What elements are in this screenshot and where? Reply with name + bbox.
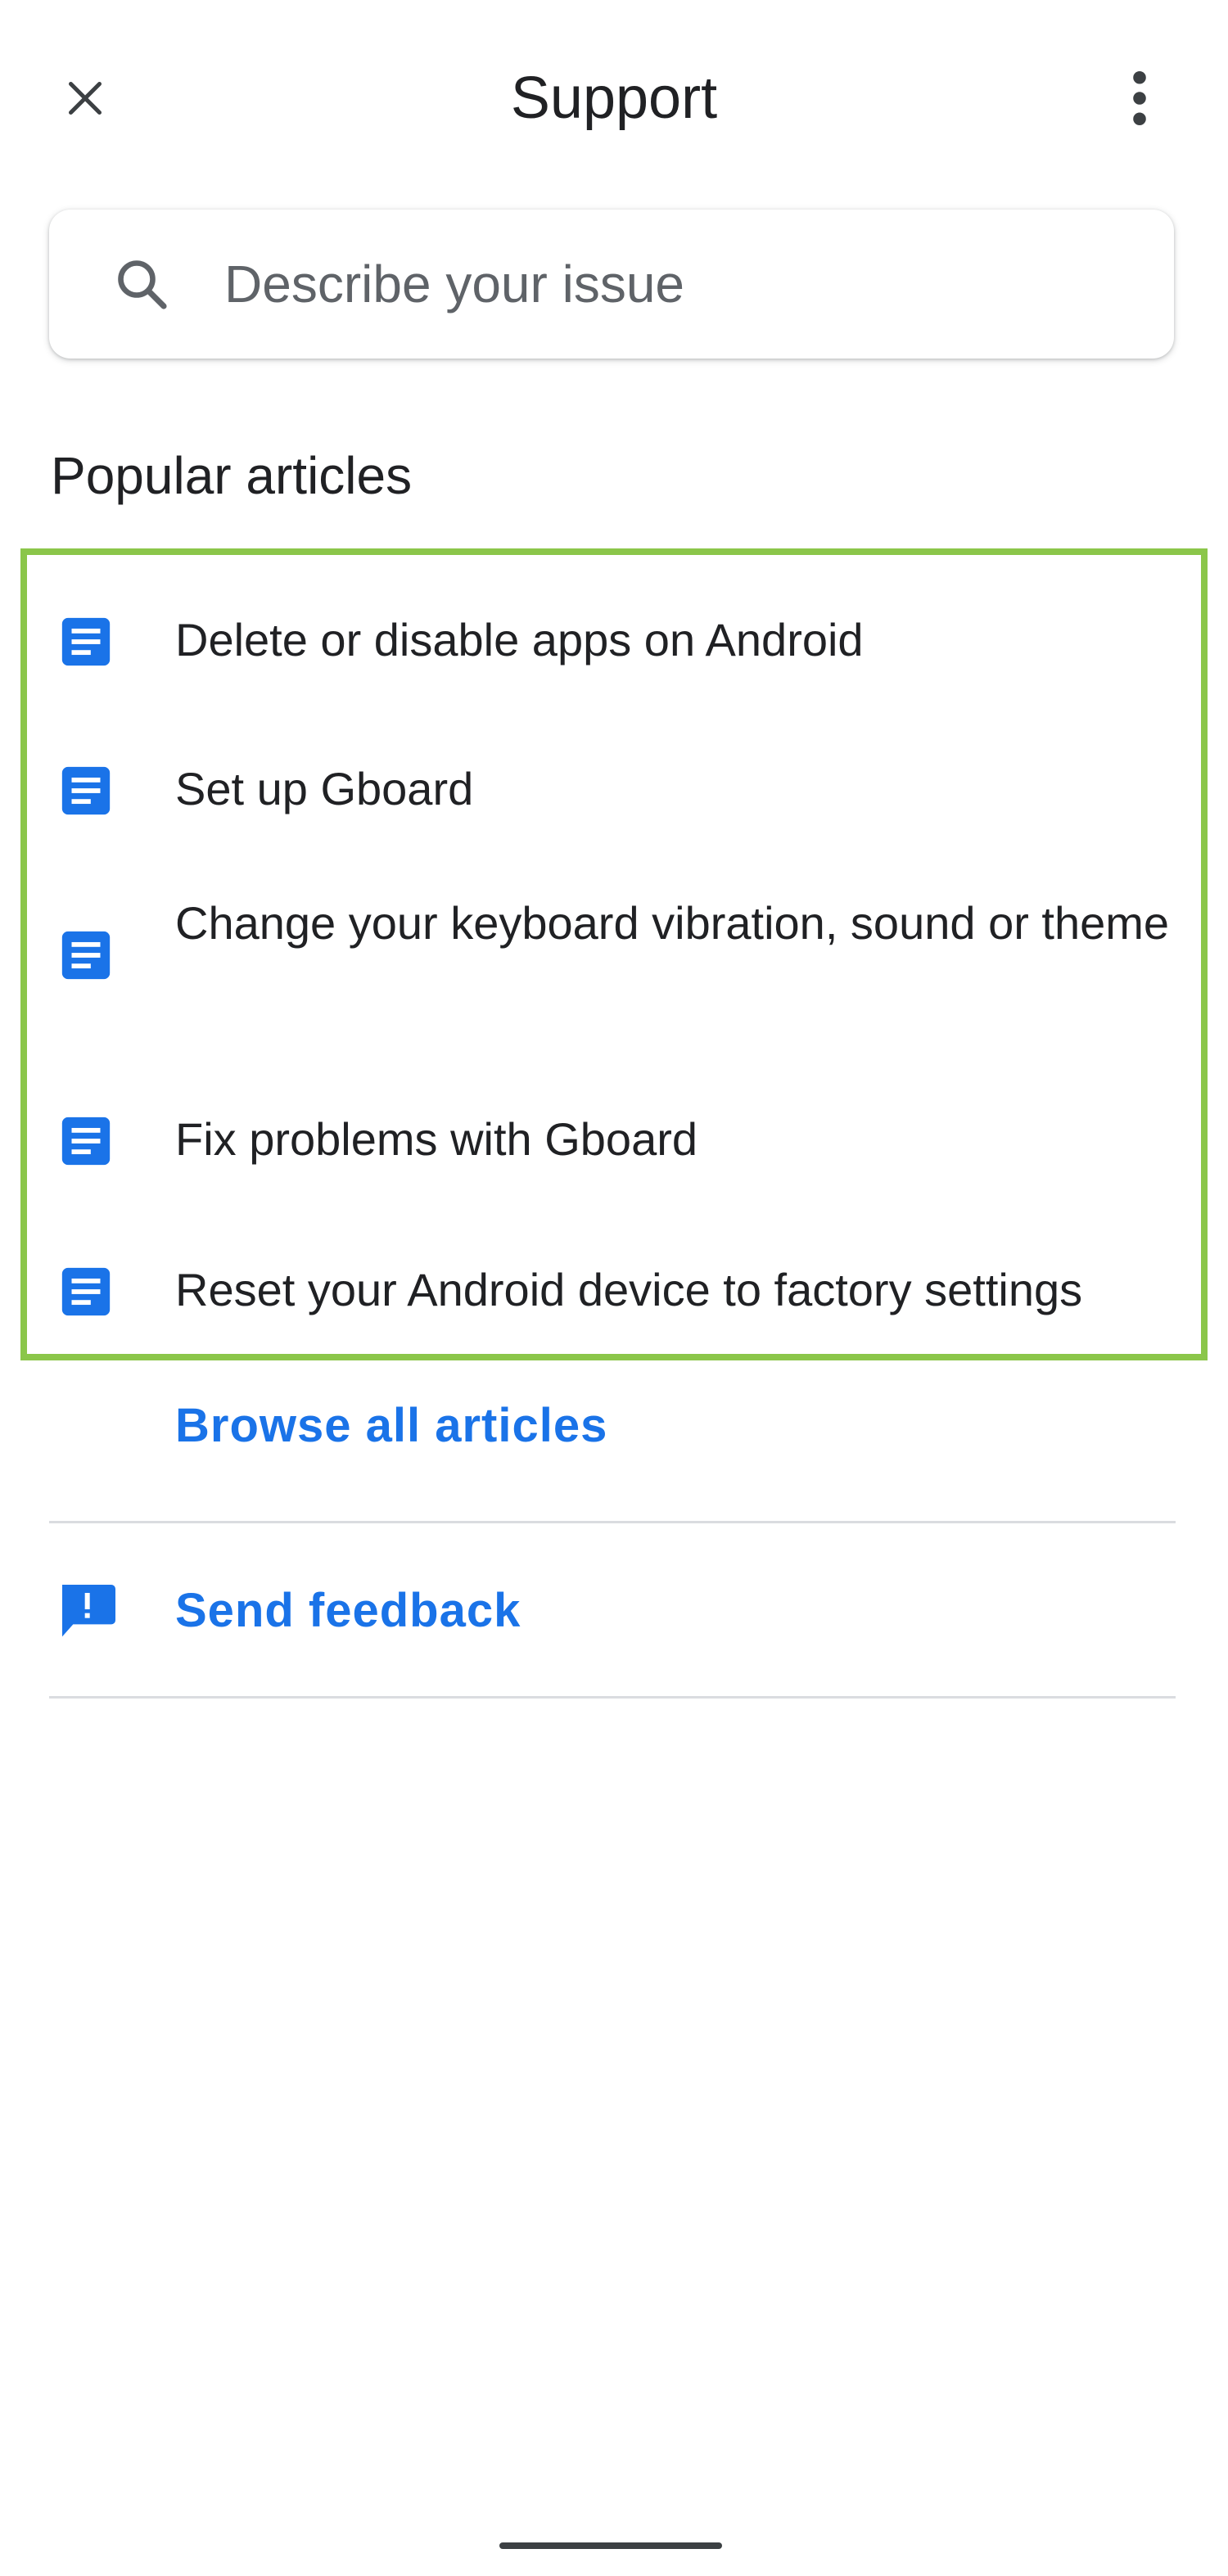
divider xyxy=(49,1696,1176,1699)
app-bar: Support xyxy=(0,0,1228,196)
article-document-icon xyxy=(61,617,111,666)
search-icon xyxy=(105,247,178,321)
article-document-icon xyxy=(61,766,111,815)
close-button[interactable] xyxy=(51,64,120,133)
section-heading-popular-articles: Popular articles xyxy=(51,446,413,505)
article-label: Reset your Android device to factory set… xyxy=(175,1264,1083,1315)
more-vertical-icon xyxy=(1133,70,1146,126)
article-label: Fix problems with Gboard xyxy=(175,1113,698,1165)
article-item[interactable]: Set up Gboard xyxy=(49,742,1179,837)
browse-all-articles-link[interactable]: Browse all articles xyxy=(175,1393,607,1459)
search-box[interactable] xyxy=(49,210,1174,359)
article-label: Change your keyboard vibration, sound or… xyxy=(175,897,1170,949)
search-input[interactable] xyxy=(224,241,1141,327)
close-icon xyxy=(69,82,102,115)
article-document-icon xyxy=(61,1267,111,1316)
article-item[interactable]: Reset your Android device to factory set… xyxy=(49,1243,1179,1338)
article-label: Set up Gboard xyxy=(175,763,474,814)
feedback-alert-icon xyxy=(62,1585,115,1637)
page-title: Support xyxy=(510,65,718,131)
article-document-icon xyxy=(61,1117,111,1166)
article-document-icon xyxy=(61,931,111,980)
send-feedback-label: Send feedback xyxy=(175,1584,521,1637)
send-feedback-button[interactable]: Send feedback xyxy=(49,1549,1179,1671)
article-label: Delete or disable apps on Android xyxy=(175,614,864,665)
gesture-navigation-bar[interactable] xyxy=(499,2542,722,2549)
article-item[interactable]: Change your keyboard vibration, sound or… xyxy=(49,889,1179,1020)
article-item[interactable]: Delete or disable apps on Android xyxy=(49,593,1179,688)
divider xyxy=(49,1521,1176,1523)
more-options-button[interactable] xyxy=(1105,64,1174,133)
article-item[interactable]: Fix problems with Gboard xyxy=(49,1092,1179,1187)
